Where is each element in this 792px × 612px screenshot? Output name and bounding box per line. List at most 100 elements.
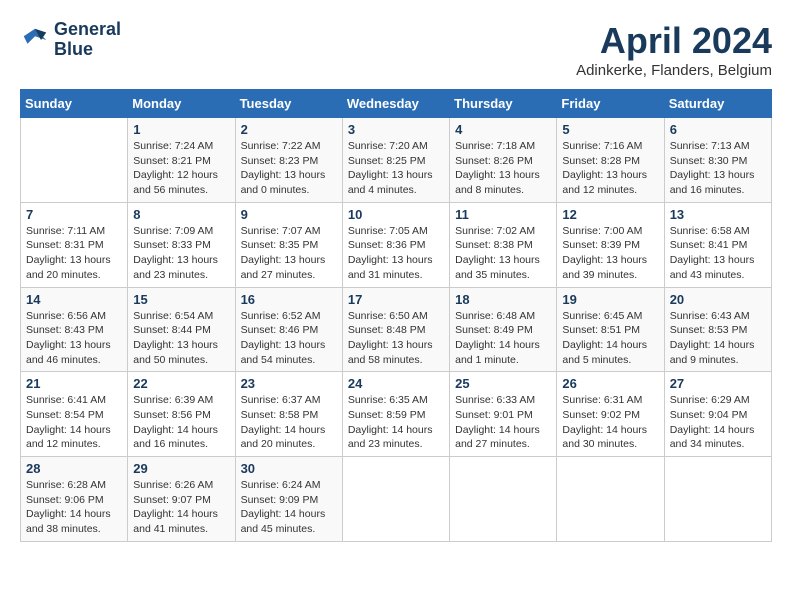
day-info-text: Sunrise: 7:07 AMSunset: 8:35 PMDaylight:…: [241, 224, 337, 283]
day-number: 29: [133, 461, 229, 476]
day-cell-10: 10 Sunrise: 7:05 AMSunset: 8:36 PMDayligh…: [342, 202, 449, 287]
day-number: 17: [348, 292, 444, 307]
day-number: 16: [241, 292, 337, 307]
day-number: 12: [562, 207, 658, 222]
calendar-table: SundayMondayTuesdayWednesdayThursdayFrid…: [20, 89, 772, 542]
day-info-text: Sunrise: 6:50 AMSunset: 8:48 PMDaylight:…: [348, 309, 444, 368]
day-cell-34: [664, 457, 771, 542]
day-cell-0: [21, 118, 128, 203]
day-number: 26: [562, 376, 658, 391]
day-info-text: Sunrise: 6:45 AMSunset: 8:51 PMDaylight:…: [562, 309, 658, 368]
weekday-header-tuesday: Tuesday: [235, 90, 342, 118]
day-info-text: Sunrise: 7:13 AMSunset: 8:30 PMDaylight:…: [670, 139, 766, 198]
day-cell-26: 26 Sunrise: 6:31 AMSunset: 9:02 PMDayligh…: [557, 372, 664, 457]
day-number: 21: [26, 376, 122, 391]
day-info-text: Sunrise: 7:11 AMSunset: 8:31 PMDaylight:…: [26, 224, 122, 283]
day-number: 2: [241, 122, 337, 137]
day-cell-20: 20Sunrise: 6:43 AMSunset: 8:53 PMDayligh…: [664, 287, 771, 372]
day-cell-15: 15 Sunrise: 6:54 AMSunset: 8:44 PMDayligh…: [128, 287, 235, 372]
day-cell-32: [450, 457, 557, 542]
day-info-text: Sunrise: 7:05 AMSunset: 8:36 PMDaylight:…: [348, 224, 444, 283]
day-cell-28: 28 Sunrise: 6:28 AMSunset: 9:06 PMDayligh…: [21, 457, 128, 542]
day-number: 10: [348, 207, 444, 222]
day-cell-13: 13Sunrise: 6:58 AMSunset: 8:41 PMDayligh…: [664, 202, 771, 287]
weekday-header-monday: Monday: [128, 90, 235, 118]
day-number: 1: [133, 122, 229, 137]
day-cell-17: 17 Sunrise: 6:50 AMSunset: 8:48 PMDayligh…: [342, 287, 449, 372]
day-number: 30: [241, 461, 337, 476]
day-cell-9: 9 Sunrise: 7:07 AMSunset: 8:35 PMDaylight…: [235, 202, 342, 287]
day-number: 24: [348, 376, 444, 391]
day-cell-6: 6 Sunrise: 7:13 AMSunset: 8:30 PMDaylight…: [664, 118, 771, 203]
day-cell-27: 27 Sunrise: 6:29 AMSunset: 9:04 PMDayligh…: [664, 372, 771, 457]
day-info-text: Sunrise: 7:16 AMSunset: 8:28 PMDaylight:…: [562, 139, 658, 198]
month-year-title: April 2024: [576, 20, 772, 62]
day-number: 27: [670, 376, 766, 391]
day-cell-23: 23 Sunrise: 6:37 AMSunset: 8:58 PMDayligh…: [235, 372, 342, 457]
day-info-text: Sunrise: 6:28 AMSunset: 9:06 PMDaylight:…: [26, 478, 122, 537]
logo-icon: [20, 25, 50, 55]
day-info-text: Sunrise: 6:31 AMSunset: 9:02 PMDaylight:…: [562, 393, 658, 452]
weekday-header-row: SundayMondayTuesdayWednesdayThursdayFrid…: [21, 90, 772, 118]
day-number: 14: [26, 292, 122, 307]
day-number: 4: [455, 122, 551, 137]
day-cell-11: 11Sunrise: 7:02 AMSunset: 8:38 PMDayligh…: [450, 202, 557, 287]
day-number: 9: [241, 207, 337, 222]
day-info-text: Sunrise: 6:48 AMSunset: 8:49 PMDaylight:…: [455, 309, 551, 368]
day-cell-24: 24 Sunrise: 6:35 AMSunset: 8:59 PMDayligh…: [342, 372, 449, 457]
day-info-text: Sunrise: 6:35 AMSunset: 8:59 PMDaylight:…: [348, 393, 444, 452]
week-row-5: 28 Sunrise: 6:28 AMSunset: 9:06 PMDayligh…: [21, 457, 772, 542]
day-cell-25: 25 Sunrise: 6:33 AMSunset: 9:01 PMDayligh…: [450, 372, 557, 457]
day-cell-18: 18 Sunrise: 6:48 AMSunset: 8:49 PMDayligh…: [450, 287, 557, 372]
week-row-2: 7 Sunrise: 7:11 AMSunset: 8:31 PMDaylight…: [21, 202, 772, 287]
day-info-text: Sunrise: 6:37 AMSunset: 8:58 PMDaylight:…: [241, 393, 337, 452]
day-cell-22: 22Sunrise: 6:39 AMSunset: 8:56 PMDayligh…: [128, 372, 235, 457]
weekday-header-friday: Friday: [557, 90, 664, 118]
day-info-text: Sunrise: 6:26 AMSunset: 9:07 PMDaylight:…: [133, 478, 229, 537]
logo-text: General Blue: [54, 20, 121, 60]
day-cell-14: 14 Sunrise: 6:56 AMSunset: 8:43 PMDayligh…: [21, 287, 128, 372]
day-info-text: Sunrise: 6:39 AMSunset: 8:56 PMDaylight:…: [133, 393, 229, 452]
day-info-text: Sunrise: 6:33 AMSunset: 9:01 PMDaylight:…: [455, 393, 551, 452]
day-number: 13: [670, 207, 766, 222]
day-cell-21: 21Sunrise: 6:41 AMSunset: 8:54 PMDayligh…: [21, 372, 128, 457]
day-number: 7: [26, 207, 122, 222]
day-cell-30: 30 Sunrise: 6:24 AMSunset: 9:09 PMDayligh…: [235, 457, 342, 542]
logo-line1: General: [54, 20, 121, 40]
day-number: 25: [455, 376, 551, 391]
day-info-text: Sunrise: 6:24 AMSunset: 9:09 PMDaylight:…: [241, 478, 337, 537]
weekday-header-sunday: Sunday: [21, 90, 128, 118]
weekday-header-wednesday: Wednesday: [342, 90, 449, 118]
page-header: General Blue April 2024 Adinkerke, Fland…: [20, 20, 772, 79]
day-cell-3: 3 Sunrise: 7:20 AMSunset: 8:25 PMDaylight…: [342, 118, 449, 203]
day-info-text: Sunrise: 6:56 AMSunset: 8:43 PMDaylight:…: [26, 309, 122, 368]
title-block: April 2024 Adinkerke, Flanders, Belgium: [576, 20, 772, 79]
day-number: 18: [455, 292, 551, 307]
day-cell-4: 4Sunrise: 7:18 AMSunset: 8:26 PMDaylight…: [450, 118, 557, 203]
day-cell-12: 12 Sunrise: 7:00 AMSunset: 8:39 PMDayligh…: [557, 202, 664, 287]
day-info-text: Sunrise: 7:20 AMSunset: 8:25 PMDaylight:…: [348, 139, 444, 198]
week-row-4: 21Sunrise: 6:41 AMSunset: 8:54 PMDayligh…: [21, 372, 772, 457]
day-cell-29: 29 Sunrise: 6:26 AMSunset: 9:07 PMDayligh…: [128, 457, 235, 542]
day-cell-1: 1 Sunrise: 7:24 AMSunset: 8:21 PMDaylight…: [128, 118, 235, 203]
day-info-text: Sunrise: 6:43 AMSunset: 8:53 PMDaylight:…: [670, 309, 766, 368]
day-info-text: Sunrise: 7:24 AMSunset: 8:21 PMDaylight:…: [133, 139, 229, 198]
day-number: 8: [133, 207, 229, 222]
day-info-text: Sunrise: 7:09 AMSunset: 8:33 PMDaylight:…: [133, 224, 229, 283]
day-cell-8: 8 Sunrise: 7:09 AMSunset: 8:33 PMDaylight…: [128, 202, 235, 287]
day-cell-7: 7 Sunrise: 7:11 AMSunset: 8:31 PMDaylight…: [21, 202, 128, 287]
day-number: 15: [133, 292, 229, 307]
week-row-1: 1 Sunrise: 7:24 AMSunset: 8:21 PMDaylight…: [21, 118, 772, 203]
day-number: 28: [26, 461, 122, 476]
day-info-text: Sunrise: 6:54 AMSunset: 8:44 PMDaylight:…: [133, 309, 229, 368]
day-number: 19: [562, 292, 658, 307]
day-info-text: Sunrise: 7:00 AMSunset: 8:39 PMDaylight:…: [562, 224, 658, 283]
day-number: 6: [670, 122, 766, 137]
day-info-text: Sunrise: 6:29 AMSunset: 9:04 PMDaylight:…: [670, 393, 766, 452]
weekday-header-saturday: Saturday: [664, 90, 771, 118]
day-number: 23: [241, 376, 337, 391]
day-number: 3: [348, 122, 444, 137]
day-cell-33: [557, 457, 664, 542]
day-cell-19: 19 Sunrise: 6:45 AMSunset: 8:51 PMDayligh…: [557, 287, 664, 372]
day-cell-16: 16Sunrise: 6:52 AMSunset: 8:46 PMDayligh…: [235, 287, 342, 372]
